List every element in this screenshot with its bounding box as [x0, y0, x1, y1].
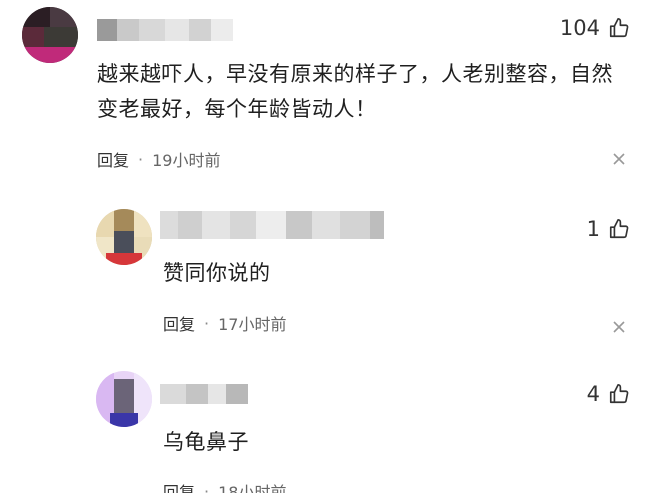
- close-icon[interactable]: [612, 152, 626, 166]
- comment-time: 17小时前: [218, 315, 287, 334]
- like-count: 1: [586, 217, 600, 241]
- username-redacted[interactable]: [160, 384, 248, 404]
- like-button[interactable]: 104: [560, 16, 630, 40]
- avatar[interactable]: [96, 209, 152, 265]
- separator-dot: ·: [204, 313, 210, 333]
- thumbs-up-icon: [609, 219, 629, 239]
- like-button[interactable]: 4: [587, 382, 630, 406]
- like-count: 104: [559, 16, 600, 40]
- close-icon[interactable]: [612, 320, 626, 334]
- reply-button[interactable]: 回复: [97, 147, 129, 171]
- comment-time: 19小时前: [152, 151, 221, 170]
- like-button[interactable]: 1: [587, 217, 630, 241]
- username-redacted[interactable]: [97, 19, 233, 41]
- like-count: 4: [586, 382, 600, 406]
- reply-button[interactable]: 回复: [163, 479, 195, 493]
- username-redacted[interactable]: [160, 211, 384, 239]
- separator-dot: ·: [204, 481, 210, 493]
- avatar[interactable]: [96, 371, 152, 427]
- comment-time: 18小时前: [218, 483, 287, 493]
- thumbs-up-icon: [609, 18, 629, 38]
- thumbs-up-icon: [609, 384, 629, 404]
- comment-item: 104 越来越吓人，早没有原来的样子了，人老别整容，自然变老最好，每个年龄皆动人…: [0, 0, 660, 185]
- comment-text: 越来越吓人，早没有原来的样子了，人老别整容，自然变老最好，每个年龄皆动人！: [97, 62, 613, 121]
- comment-text: 乌龟鼻子: [163, 430, 249, 454]
- reply-button[interactable]: 回复: [163, 311, 195, 335]
- avatar[interactable]: [22, 7, 78, 63]
- reply-item: 4 乌龟鼻子 回复 · 18小时前: [0, 343, 660, 493]
- separator-dot: ·: [138, 149, 144, 169]
- reply-item: 1 赞同你说的 回复 · 17小时前: [0, 185, 660, 343]
- comment-text: 赞同你说的: [163, 261, 271, 285]
